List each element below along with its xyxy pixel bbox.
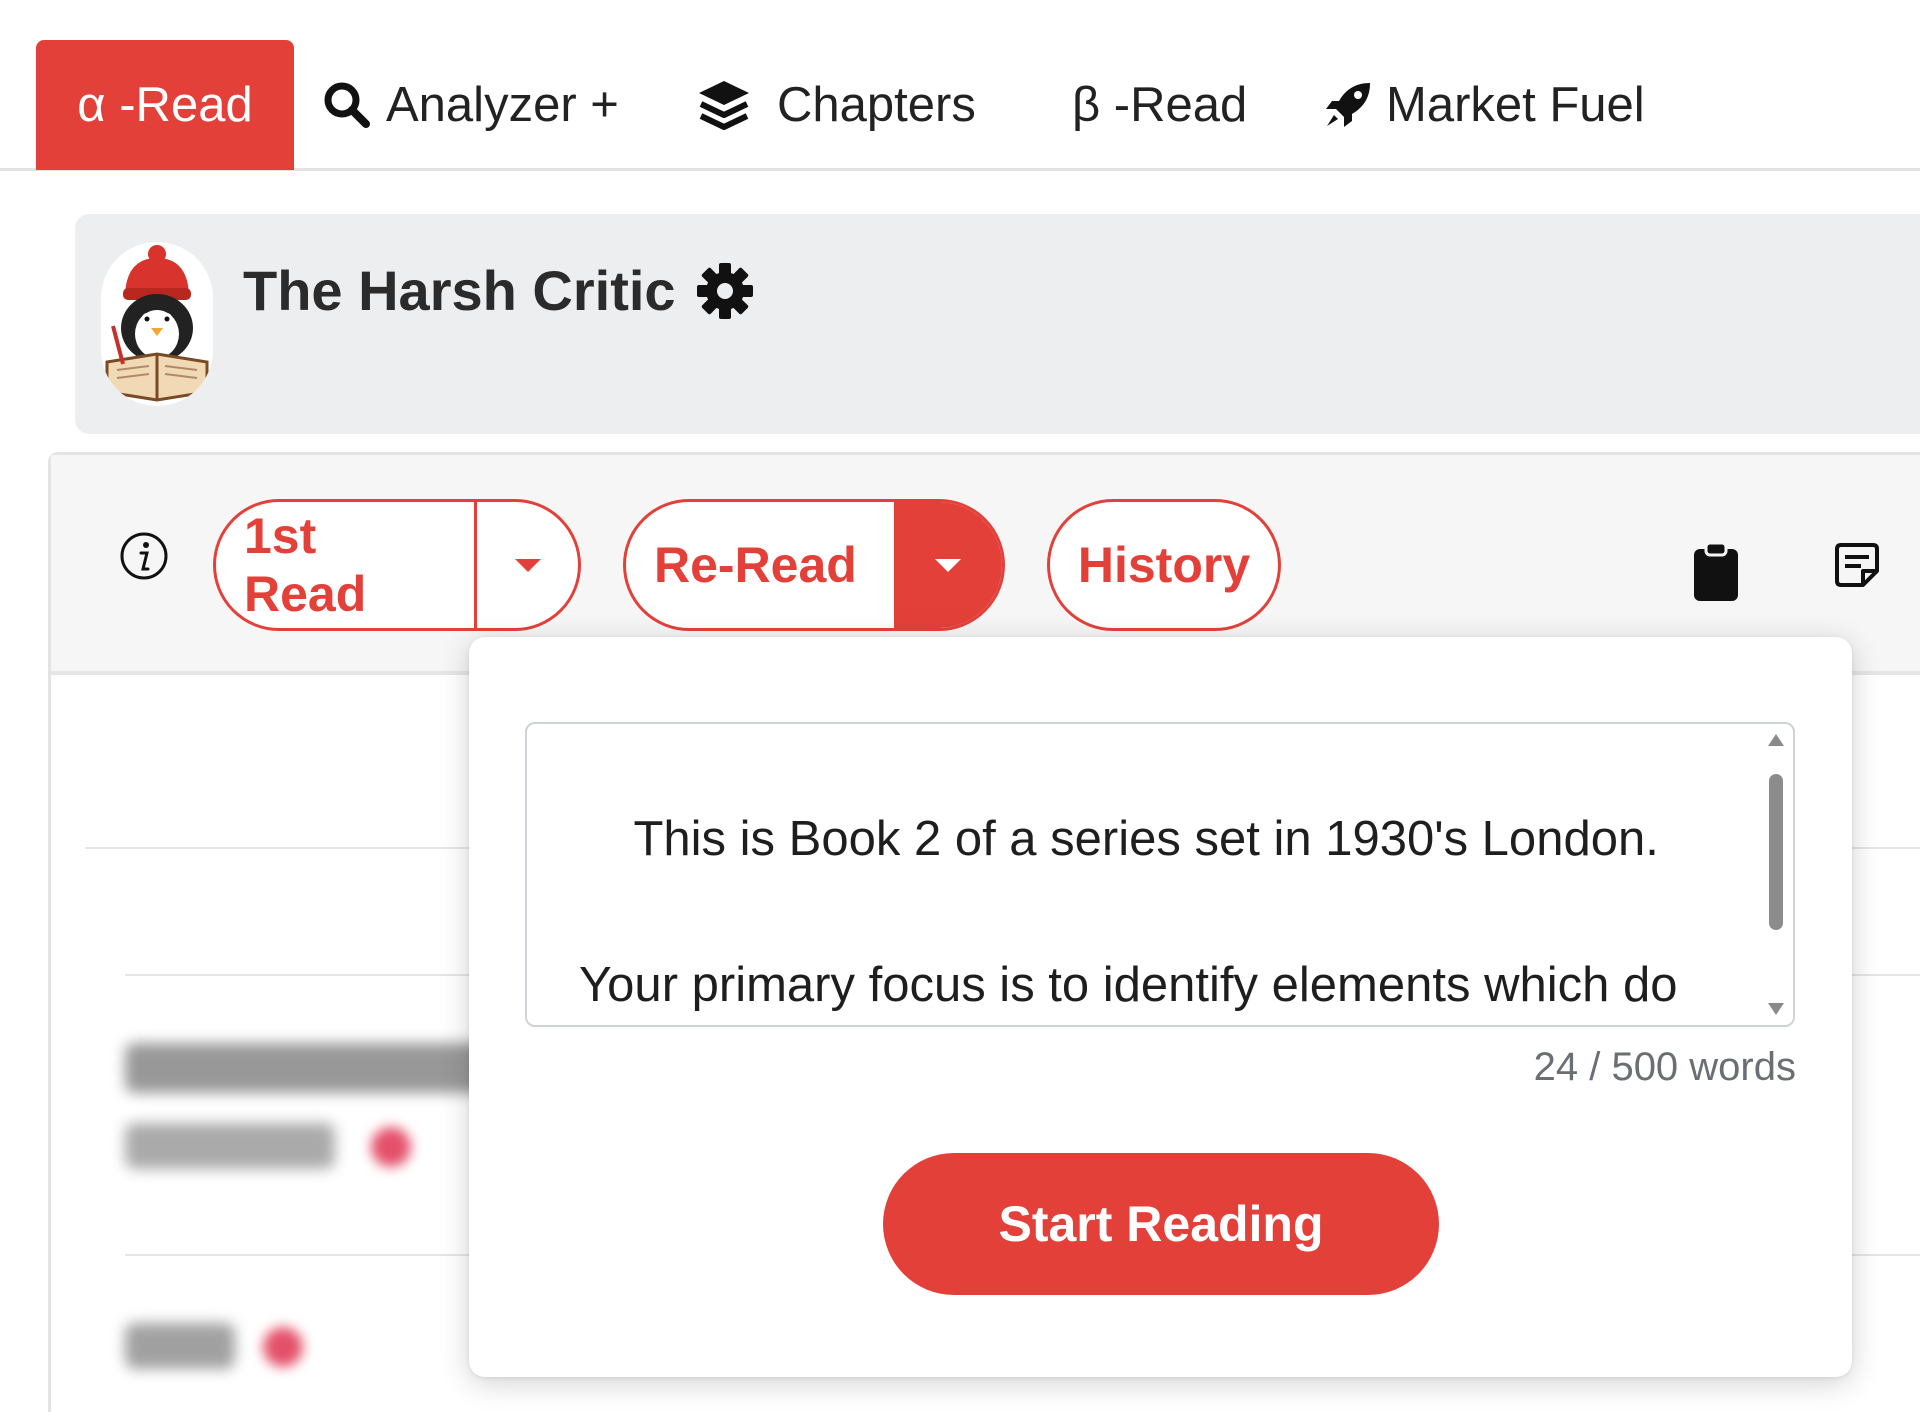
textarea-scrollbar[interactable] [1763,724,1787,1025]
search-icon [322,80,372,130]
scroll-down-arrow-icon[interactable] [1768,1003,1784,1015]
blurred-text [125,1043,495,1093]
first-read-dropdown-toggle[interactable] [474,502,578,628]
persona-title: The Harsh Critic [243,258,754,323]
reread-split-button: Re-Read [623,499,1005,631]
clipboard-icon[interactable] [1692,541,1740,608]
word-count: 24 / 500 words [1533,1045,1796,1089]
tab-chapters-label: Chapters [777,78,976,132]
tab-market-fuel-label: Market Fuel [1386,78,1645,132]
penguin-reader-avatar [101,242,213,406]
persona-name: The Harsh Critic [243,259,676,322]
gear-icon[interactable] [696,262,754,320]
tab-alpha-read[interactable]: α -Read [36,40,294,170]
blurred-badge [263,1327,303,1367]
scroll-up-arrow-icon[interactable] [1768,734,1784,746]
start-reading-button[interactable]: Start Reading [883,1153,1439,1295]
tab-chapters[interactable]: Chapters [697,40,976,170]
reread-label: Re-Read [654,537,857,593]
reread-options-popover: This is Book 2 of a series set in 1930's… [469,637,1852,1377]
first-read-split-button: 1st Read [213,499,581,631]
reader-instructions-text: This is Book 2 of a series set in 1930's… [579,812,1678,1012]
tab-beta-read[interactable]: β -Read [1072,40,1247,170]
first-read-label: 1st Read [244,508,367,622]
rocket-icon [1322,79,1374,131]
info-icon[interactable] [119,531,169,586]
tab-analyzer-label: Analyzer + [386,78,619,132]
caret-down-icon [514,559,541,572]
main-tabs: α -Read Analyzer + Chapters β -Read Mark… [0,0,1920,171]
first-read-button[interactable]: 1st Read [216,502,474,628]
blurred-text [125,1123,335,1169]
blurred-badge [371,1127,411,1167]
reader-instructions-textarea[interactable]: This is Book 2 of a series set in 1930's… [525,722,1795,1027]
blurred-text [125,1323,235,1369]
history-button[interactable]: History [1047,499,1281,631]
tab-beta-read-label: β -Read [1072,78,1248,132]
scroll-thumb[interactable] [1769,774,1783,930]
tab-analyzer[interactable]: Analyzer + [322,40,619,170]
persona-header: The Harsh Critic [75,214,1920,434]
caret-down-icon [935,559,961,572]
layers-icon [697,79,751,131]
tab-market-fuel[interactable]: Market Fuel [1322,40,1645,170]
tab-alpha-read-label: α -Read [77,78,253,132]
note-icon[interactable] [1833,541,1881,594]
reread-dropdown-toggle[interactable] [894,502,1002,628]
reread-button[interactable]: Re-Read [626,502,885,628]
history-label: History [1077,537,1251,593]
